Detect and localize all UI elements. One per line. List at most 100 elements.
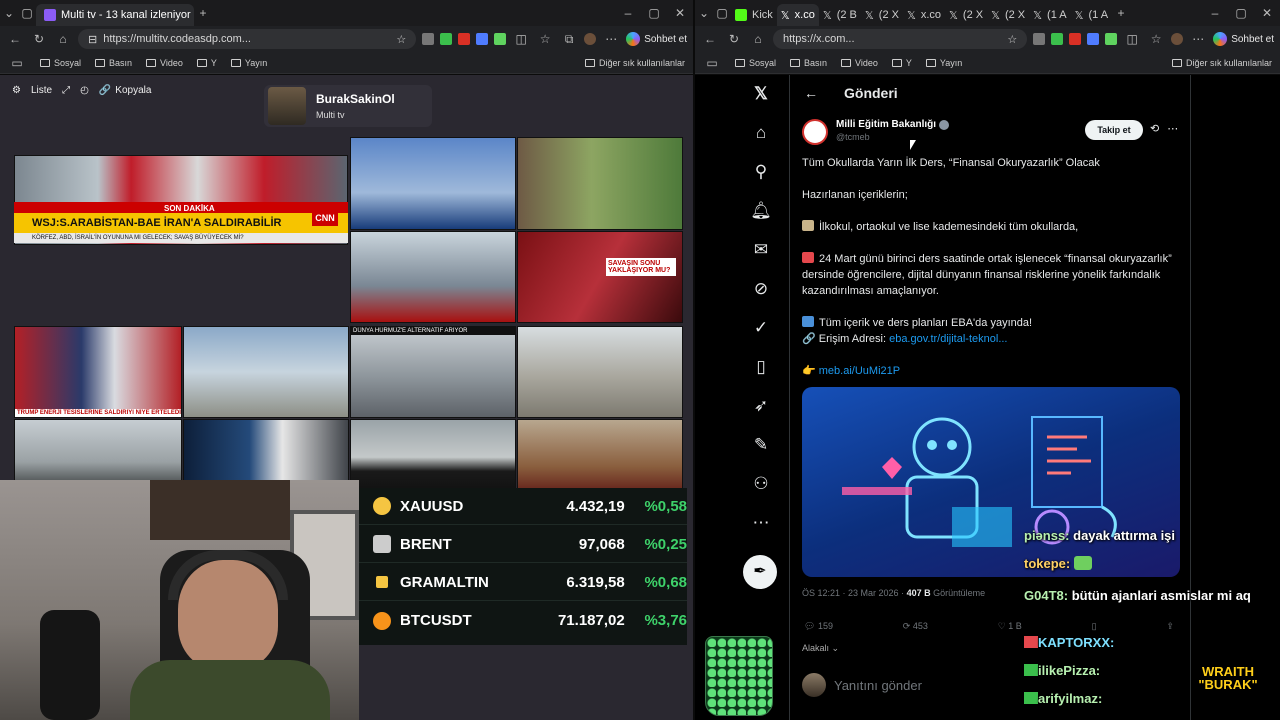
reply-composer[interactable]: Yanıtını gönder [802, 673, 922, 697]
list-button[interactable]: Liste [31, 85, 52, 96]
like-button[interactable]: ♡ 1 B [998, 621, 1022, 632]
url-field[interactable]: ⊟ https://multitv.codeasdp.com... ☆ [78, 29, 417, 49]
bookmark-sidebar-icon[interactable]: ▭ [703, 56, 721, 70]
extension-icon[interactable] [1051, 33, 1064, 45]
lists-icon[interactable]: ✎ [750, 434, 772, 456]
url-field[interactable]: https://x.com... ☆ [773, 29, 1028, 49]
video-tile[interactable] [183, 419, 349, 481]
bookmark-folder[interactable]: Yayın [925, 58, 962, 68]
tab-x[interactable]: 𝕏 (1 A [1071, 4, 1112, 26]
home-icon[interactable]: ⌂ [750, 122, 772, 144]
channel-card[interactable]: BurakSakinOl Multi tv [264, 85, 432, 127]
more-icon[interactable]: ⋯ [750, 512, 772, 534]
split-screen-icon[interactable]: ◫ [512, 32, 530, 46]
notifications-icon[interactable]: 🔔︎ [750, 200, 772, 222]
workspaces-icon[interactable]: ▢ [18, 6, 36, 20]
tab-x[interactable]: 𝕏x.co [903, 4, 945, 26]
grok-explain-icon[interactable]: ⟲ [1150, 122, 1159, 135]
copilot-button[interactable]: Sohbet et [626, 32, 687, 46]
extension-icon[interactable] [1069, 33, 1082, 45]
bookmark-folder[interactable]: Basın [95, 58, 132, 68]
messages-icon[interactable]: ✉ [750, 239, 772, 261]
split-screen-icon[interactable]: ◫ [1123, 32, 1141, 46]
extension-icon[interactable] [476, 33, 489, 45]
home-icon[interactable]: ⌂ [54, 32, 72, 46]
favorite-star-icon[interactable]: ☆ [396, 33, 406, 46]
extension-icon[interactable] [1033, 33, 1046, 45]
history-button[interactable]: ◴ [80, 85, 89, 96]
profile-avatar[interactable] [584, 33, 597, 45]
extension-icon[interactable] [494, 33, 507, 45]
bookmark-folder[interactable]: Yayın [230, 58, 267, 68]
maximize-icon[interactable]: ▢ [1228, 6, 1254, 20]
meb-logo-avatar[interactable] [802, 119, 828, 145]
close-window-icon[interactable]: ✕ [1254, 6, 1280, 20]
more-icon[interactable]: ⋯ [602, 32, 620, 46]
minimize-icon[interactable]: – [1202, 6, 1228, 20]
video-tile[interactable]: SAVAŞIN SONU YAKLAŞIYOR MU? [517, 231, 683, 323]
bookmark-folder[interactable]: Y [196, 58, 217, 68]
tab-x[interactable]: 𝕏 (2 B [819, 4, 861, 26]
search-icon[interactable]: ⚲ [750, 161, 772, 183]
video-tile[interactable] [183, 326, 349, 418]
video-tile[interactable] [517, 137, 683, 230]
tab-x[interactable]: 𝕏x.co [776, 4, 819, 26]
tab-x[interactable]: 𝕏 (2 X [945, 4, 987, 26]
post-media-image[interactable] [802, 387, 1180, 577]
tab-x[interactable]: 𝕏 (2 X [861, 4, 903, 26]
maximize-icon[interactable]: ▢ [641, 6, 667, 20]
new-tab-icon[interactable]: + [194, 6, 212, 20]
communities-icon[interactable]: ✓ [750, 317, 772, 339]
repost-button[interactable]: ⟳ 453 [903, 621, 928, 632]
extension-icon[interactable] [1087, 33, 1100, 45]
favorite-star-icon[interactable]: ☆ [1007, 33, 1017, 46]
post-more-icon[interactable]: ⋯ [1167, 122, 1178, 135]
site-info-icon[interactable]: ⊟ [88, 33, 97, 46]
video-tile[interactable] [350, 137, 516, 230]
tab-x[interactable]: 𝕏 (1 A [1029, 4, 1070, 26]
compose-post-button[interactable]: ✒ [743, 555, 777, 589]
back-arrow-icon[interactable]: ← [804, 85, 818, 101]
bookmark-folder[interactable]: Sosyal [40, 58, 81, 68]
post-author[interactable]: Milli Eğitim Bakanlığı @tcmeb [802, 119, 950, 145]
video-tile[interactable]: DÜNYA HÜRMÜZ'E ALTERNATİF ARIYOR [350, 326, 516, 418]
post-timestamp[interactable]: ÖS 12:21 · 23 Mar 2026 · [802, 588, 907, 598]
bookmarks-icon[interactable]: ▯ [750, 356, 772, 378]
bookmark-folder[interactable]: Sosyal [735, 58, 776, 68]
tab-multitv[interactable]: Multi tv - 13 kanal izleniyor ✕ [36, 4, 194, 26]
home-icon[interactable]: ⌂ [749, 32, 767, 46]
bookmark-sidebar-icon[interactable]: ▭ [8, 56, 26, 70]
fullscreen-button[interactable]: ⤢ [62, 85, 70, 96]
tab-menu-icon[interactable]: ⌄ [695, 6, 713, 20]
extension-icon[interactable] [1105, 33, 1118, 45]
x-logo-icon[interactable]: 𝕏 [750, 83, 772, 105]
favorites-icon[interactable]: ☆ [1147, 32, 1165, 46]
bookmark-folder[interactable]: Basın [790, 58, 827, 68]
copilot-button[interactable]: Sohbet et [1213, 32, 1274, 46]
new-tab-icon[interactable]: + [1112, 6, 1130, 20]
refresh-icon[interactable]: ↻ [725, 32, 743, 46]
favorites-icon[interactable]: ☆ [536, 32, 554, 46]
extension-icon[interactable] [458, 33, 471, 45]
share-button[interactable]: ⇪ [1166, 621, 1174, 632]
minimize-icon[interactable]: – [615, 6, 641, 20]
collections-icon[interactable]: ⧉ [560, 32, 578, 47]
profile-avatar[interactable] [1171, 33, 1184, 45]
video-tile[interactable]: TRUMP ENERJİ TESİSLERİNE SALDIRIYI NİYE … [14, 326, 182, 418]
other-favorites-folder[interactable]: Diğer sık kullanılanlar [584, 58, 685, 68]
video-tile[interactable] [350, 231, 516, 323]
extension-icon[interactable] [422, 33, 435, 45]
other-favorites-folder[interactable]: Diğer sık kullanılanlar [1171, 58, 1272, 68]
close-window-icon[interactable]: ✕ [667, 6, 693, 20]
copy-button[interactable]: 🔗 Kopyala [99, 85, 152, 96]
bookmark-folder[interactable]: Video [841, 58, 878, 68]
follow-button[interactable]: Takip et [1085, 120, 1143, 140]
more-icon[interactable]: ⋯ [1189, 32, 1207, 46]
back-icon[interactable]: ← [701, 32, 719, 46]
reply-button[interactable]: 💬︎ 159 [804, 621, 833, 632]
video-tile[interactable] [14, 419, 182, 481]
premium-icon[interactable]: ➶ [750, 395, 772, 417]
video-tile[interactable] [517, 326, 683, 418]
workspaces-icon[interactable]: ▢ [713, 6, 731, 20]
meb-short-link[interactable]: meb.ai/UuMi21P [819, 365, 900, 377]
